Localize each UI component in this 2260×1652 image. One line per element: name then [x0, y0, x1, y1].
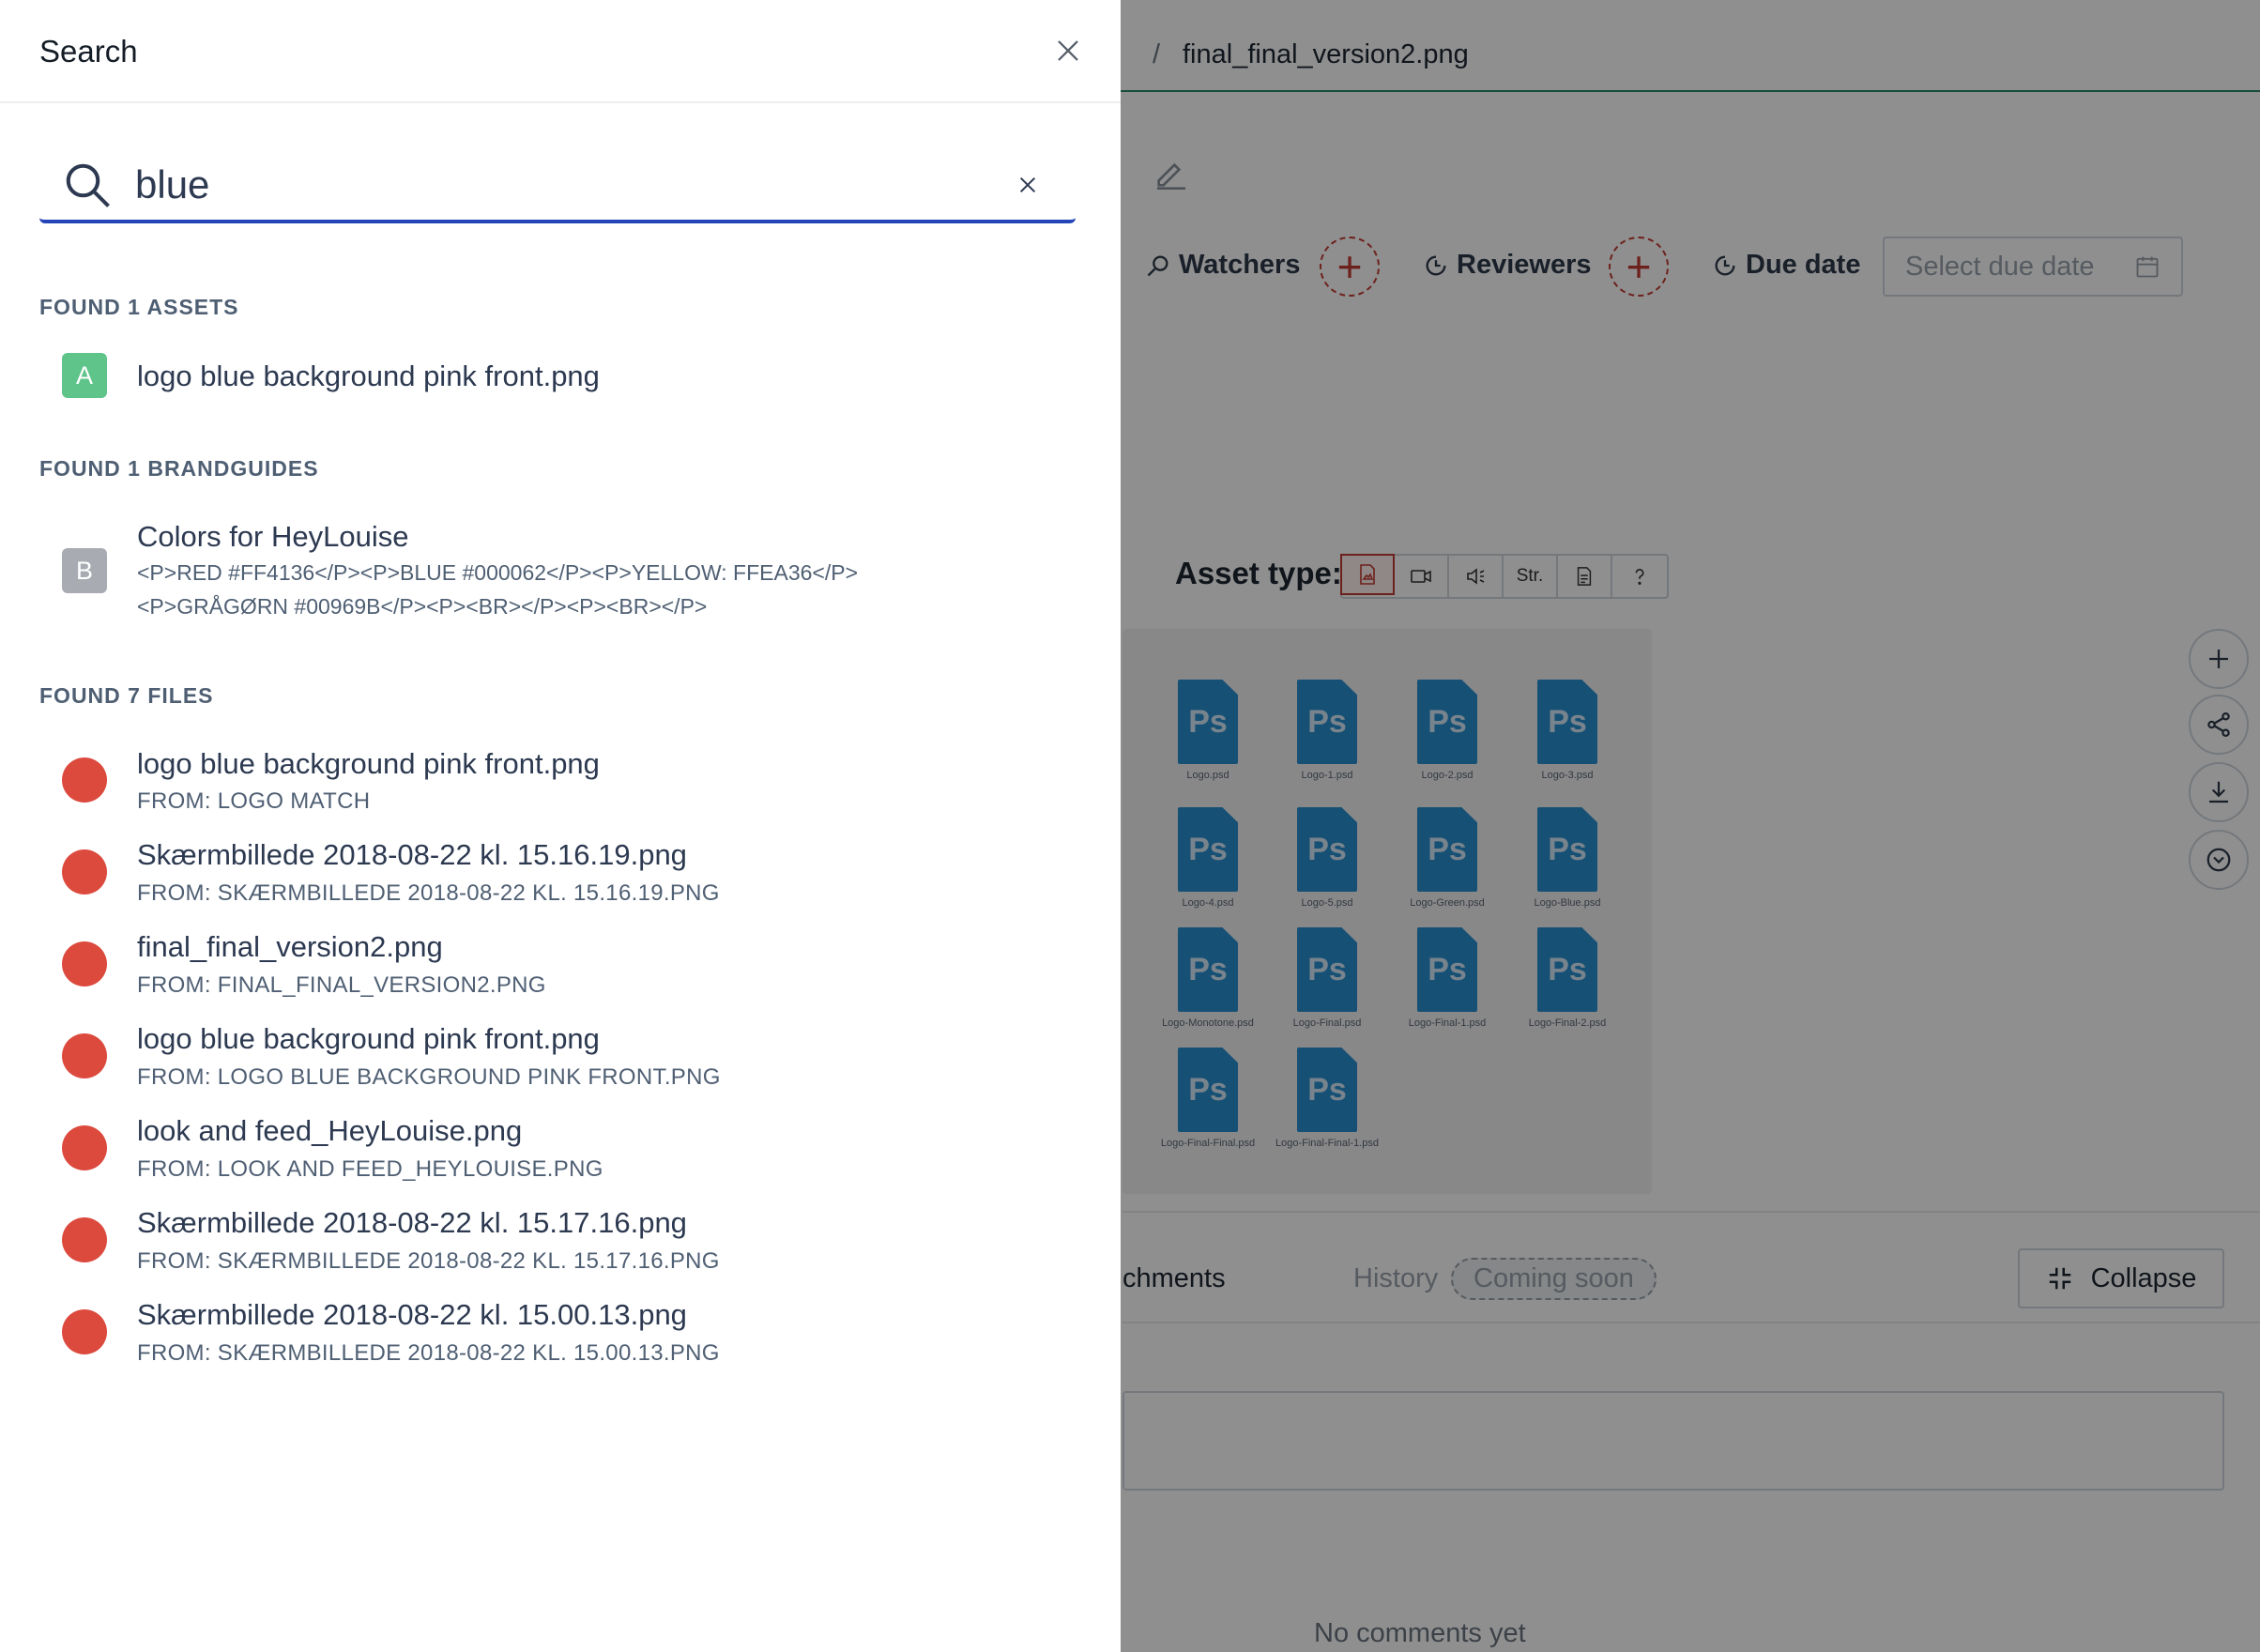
drawer-title: Search: [39, 34, 138, 69]
clear-search-button[interactable]: [1012, 169, 1044, 201]
file-source: FROM: LOGO MATCH: [137, 788, 371, 814]
file-name: Skærmbillede 2018-08-22 kl. 15.17.16.png: [137, 1206, 687, 1239]
drawer-header: Search: [0, 0, 1121, 103]
close-drawer-button[interactable]: [1049, 32, 1087, 69]
brandguide-badge: B: [62, 548, 107, 593]
asset-result-name[interactable]: logo blue background pink front.png: [137, 359, 600, 393]
brandguides-section-title: FOUND 1 BRANDGUIDES: [39, 456, 319, 481]
file-dot: [62, 1125, 107, 1170]
brandguide-description-line-2: <P>GRÅGØRN #00969B</P><P><BR></P><P><BR>…: [137, 594, 708, 619]
files-section-title: FOUND 7 FILES: [39, 683, 214, 708]
file-name: logo blue background pink front.png: [137, 747, 600, 780]
assets-section-title: FOUND 1 ASSETS: [39, 295, 239, 319]
file-name: logo blue background pink front.png: [137, 1022, 600, 1055]
file-name: look and feed_HeyLouise.png: [137, 1114, 523, 1147]
file-source: FROM: LOOK AND FEED_HEYLOUISE.PNG: [137, 1156, 603, 1182]
file-dot: [62, 941, 107, 987]
file-source: FROM: SKÆRMBILLEDE 2018-08-22 KL. 15.00.…: [137, 1340, 720, 1366]
file-dot: [62, 849, 107, 895]
file-source: FROM: LOGO BLUE BACKGROUND PINK FRONT.PN…: [137, 1064, 721, 1090]
file-name: Skærmbillede 2018-08-22 kl. 15.00.13.png: [137, 1298, 687, 1331]
close-icon: [1058, 40, 1078, 61]
file-dot: [62, 1033, 107, 1078]
brandguide-description-line-1: <P>RED #FF4136</P><P>BLUE #000062</P><P>…: [137, 560, 859, 585]
asset-badge: A: [62, 353, 107, 398]
search-input[interactable]: [135, 161, 999, 208]
search-drawer: Search FOUND 1 ASSETS A logo blue backgr…: [0, 0, 1121, 1652]
file-source: FROM: FINAL_FINAL_VERSION2.PNG: [137, 972, 546, 998]
search-icon: [66, 163, 110, 207]
clear-icon: [1019, 176, 1036, 193]
file-dot: [62, 757, 107, 803]
file-dot: [62, 1217, 107, 1262]
brandguide-result-name[interactable]: Colors for HeyLouise: [137, 520, 408, 554]
file-source: FROM: SKÆRMBILLEDE 2018-08-22 KL. 15.17.…: [137, 1248, 720, 1274]
file-name: final_final_version2.png: [137, 930, 443, 963]
file-dot: [62, 1309, 107, 1354]
file-source: FROM: SKÆRMBILLEDE 2018-08-22 KL. 15.16.…: [137, 880, 720, 906]
file-name: Skærmbillede 2018-08-22 kl. 15.16.19.png: [137, 838, 687, 871]
search-box: [39, 150, 1076, 223]
